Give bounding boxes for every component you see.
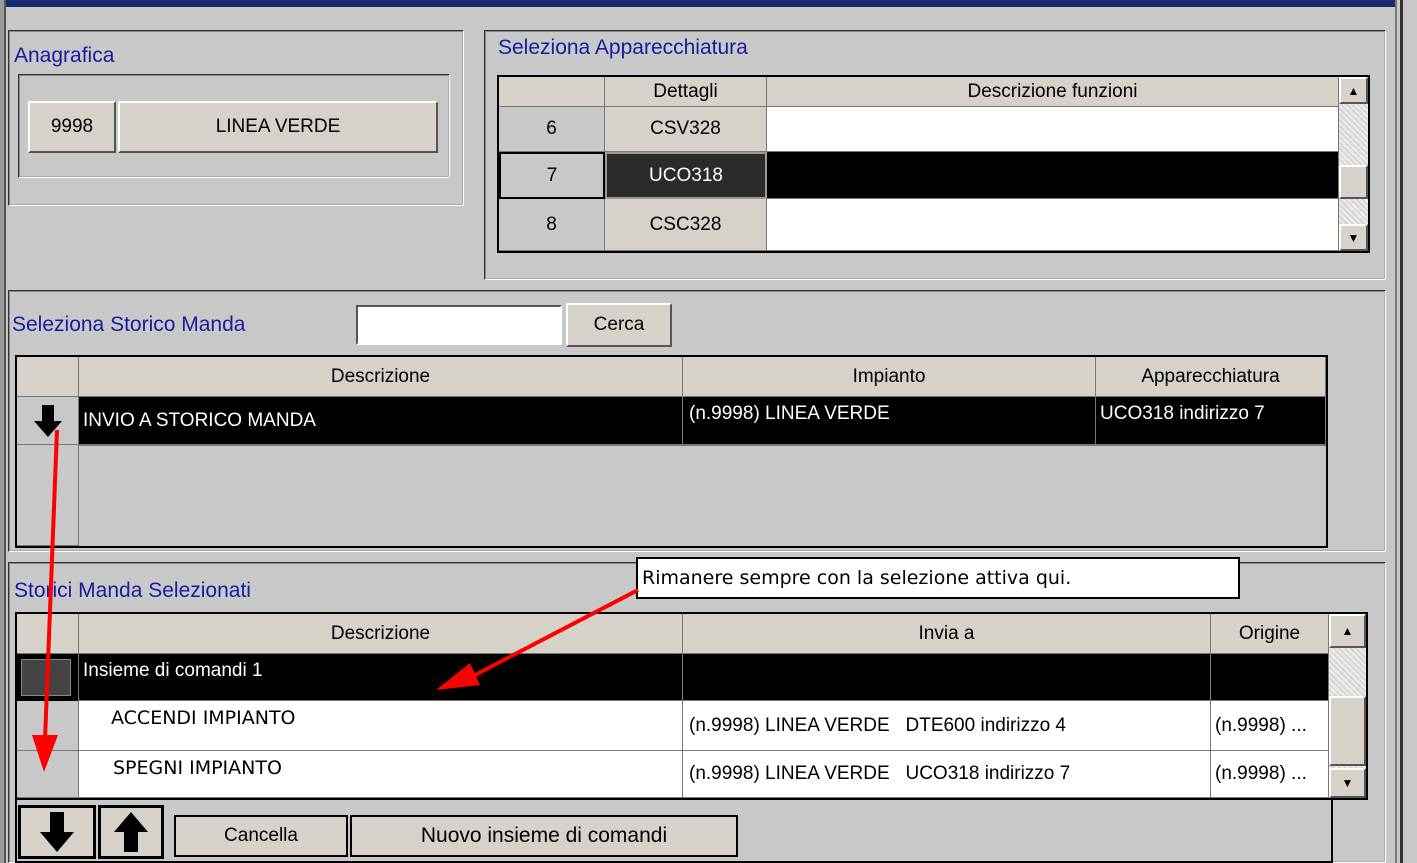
header-origine[interactable]: Origine — [1211, 614, 1329, 654]
anagrafica-code-button[interactable]: 9998 — [28, 101, 116, 153]
anagrafica-title: Anagrafica — [14, 44, 115, 67]
device-desc-cell-selected[interactable] — [767, 152, 1339, 199]
apparecchiatura-grid: Dettagli Descrizione funzioni 6 CSV328 7… — [497, 75, 1370, 253]
window-right-border — [1395, 0, 1417, 863]
down-arrow-icon — [40, 812, 74, 852]
storico-impianto-cell[interactable]: (n.9998) LINEA VERDE — [683, 397, 1096, 445]
row-header[interactable] — [17, 701, 79, 751]
scroll-thumb[interactable] — [1339, 165, 1368, 199]
selezionati-grid: Descrizione Invia a Origine Insieme di c… — [15, 612, 1368, 800]
up-arrow-icon — [114, 812, 148, 852]
header-descrizione[interactable]: Descrizione — [79, 357, 683, 397]
row-number-selected[interactable]: 7 — [499, 152, 605, 199]
command-origine-cell[interactable]: (n.9998) ... — [1211, 701, 1329, 751]
move-up-button[interactable] — [98, 805, 164, 859]
command-origine-cell[interactable]: (n.9998) ... — [1211, 751, 1329, 798]
scroll-up-icon[interactable]: ▲ — [1339, 77, 1368, 104]
command-invia-cell[interactable]: (n.9998) LINEA VERDE UCO318 indirizzo 7 — [683, 751, 1211, 798]
annotation-note: Rimanere sempre con la selezione attiva … — [636, 557, 1240, 599]
row-header[interactable] — [17, 751, 79, 798]
header-impianto[interactable]: Impianto — [683, 357, 1096, 397]
scroll-down-icon[interactable]: ▼ — [1339, 224, 1368, 251]
command-desc-cell[interactable]: ACCENDI IMPIANTO — [79, 701, 683, 751]
selezionati-title: Storici Manda Selezionati — [14, 579, 251, 602]
group-row-header[interactable] — [17, 654, 79, 701]
storico-desc-cell[interactable]: INVIO A STORICO MANDA — [79, 397, 683, 445]
command-invia-cell[interactable]: (n.9998) LINEA VERDE DTE600 indirizzo 4 — [683, 701, 1211, 751]
header-invia-a[interactable]: Invia a — [683, 614, 1211, 654]
device-code-cell[interactable]: CSV328 — [605, 107, 767, 152]
group-row-invia-cell[interactable] — [683, 654, 1211, 701]
grid-corner — [17, 614, 79, 654]
header-descrizione[interactable]: Descrizione — [79, 614, 683, 654]
anagrafica-name-button[interactable]: LINEA VERDE — [118, 101, 438, 153]
scroll-thumb[interactable] — [1329, 696, 1366, 766]
window-left-border — [0, 0, 6, 863]
window-title-bar — [0, 0, 1395, 7]
header-dettagli[interactable]: Dettagli — [605, 77, 767, 107]
down-arrow-icon — [33, 404, 62, 437]
grid-corner — [499, 77, 605, 107]
nuovo-insieme-button[interactable]: Nuovo insieme di comandi — [350, 815, 738, 857]
storico-grid: Descrizione Impianto Apparecchiatura INV… — [15, 355, 1328, 548]
device-code-cell-selected[interactable]: UCO318 — [605, 152, 767, 199]
group-row-desc-cell[interactable]: Insieme di comandi 1 — [79, 654, 683, 701]
row-indicator[interactable] — [17, 397, 79, 445]
cancella-button[interactable]: Cancella — [174, 815, 348, 857]
move-down-button[interactable] — [18, 805, 96, 859]
storico-apparecchiatura-cell[interactable]: UCO318 indirizzo 7 — [1096, 397, 1326, 445]
header-descrizione-funzioni[interactable]: Descrizione funzioni — [767, 77, 1339, 107]
row-number[interactable]: 8 — [499, 199, 605, 251]
group-row-origine-cell[interactable] — [1211, 654, 1329, 701]
scroll-up-icon[interactable]: ▲ — [1329, 614, 1366, 648]
empty-grid-area — [79, 445, 1326, 546]
device-code-cell[interactable]: CSC328 — [605, 199, 767, 251]
grid-corner — [17, 357, 79, 397]
apparecchiatura-title: Seleziona Apparecchiatura — [498, 36, 748, 59]
row-number[interactable]: 6 — [499, 107, 605, 152]
storico-search-input[interactable] — [356, 305, 562, 345]
cerca-button[interactable]: Cerca — [566, 303, 672, 347]
command-desc-cell[interactable]: SPEGNI IMPIANTO — [79, 751, 683, 798]
header-apparecchiatura[interactable]: Apparecchiatura — [1096, 357, 1326, 397]
empty-row-header — [17, 445, 79, 546]
device-desc-cell[interactable] — [767, 107, 1339, 152]
scroll-down-icon[interactable]: ▼ — [1329, 768, 1366, 798]
storico-title: Seleziona Storico Manda — [12, 313, 246, 336]
device-desc-cell[interactable] — [767, 199, 1339, 251]
